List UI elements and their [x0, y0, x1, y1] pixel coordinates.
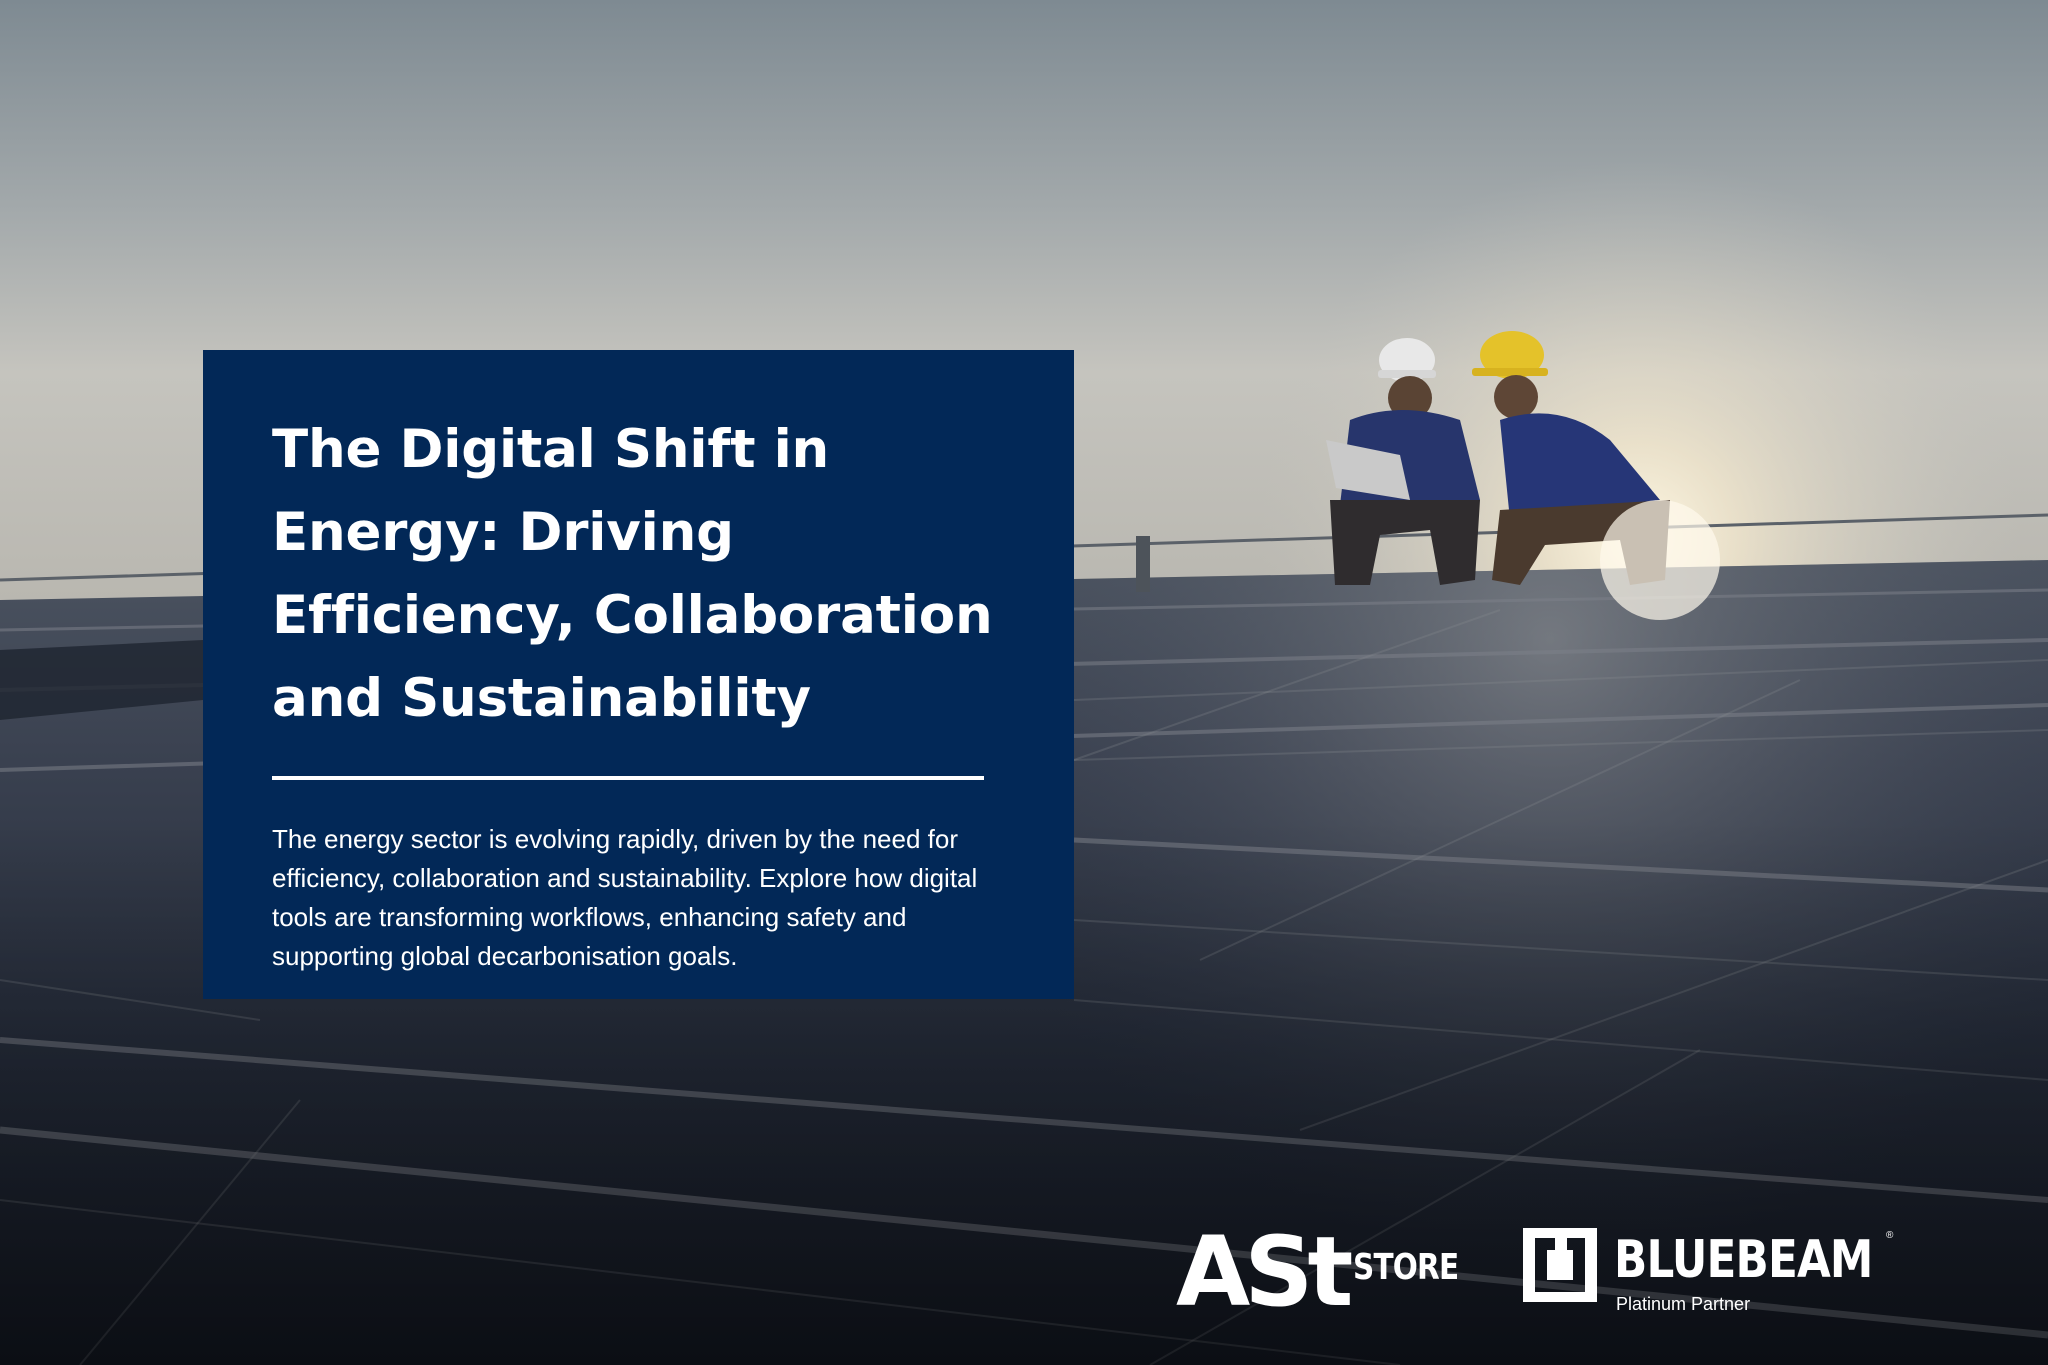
article-title: The Digital Shift in Energy: Driving Eff… — [272, 419, 993, 729]
bluebeam-mark-icon — [1523, 1228, 1597, 1302]
article-summary: The energy sector is evolving rapidly, d… — [272, 824, 978, 971]
ast-logo-sub: STORE — [1353, 1247, 1459, 1288]
title-divider — [272, 776, 984, 780]
registered-mark: ® — [1886, 1230, 1894, 1241]
ast-logo-main: ASt — [1176, 1216, 1353, 1328]
article-card: The Digital Shift in Energy: Driving Eff… — [203, 350, 1074, 999]
partner-tier-label: Platinum Partner — [1616, 1294, 1751, 1314]
bluebeam-wordmark: BLUEBEAM — [1614, 1230, 1873, 1290]
ast-store-logo: ASt STORE — [1176, 1224, 1482, 1320]
